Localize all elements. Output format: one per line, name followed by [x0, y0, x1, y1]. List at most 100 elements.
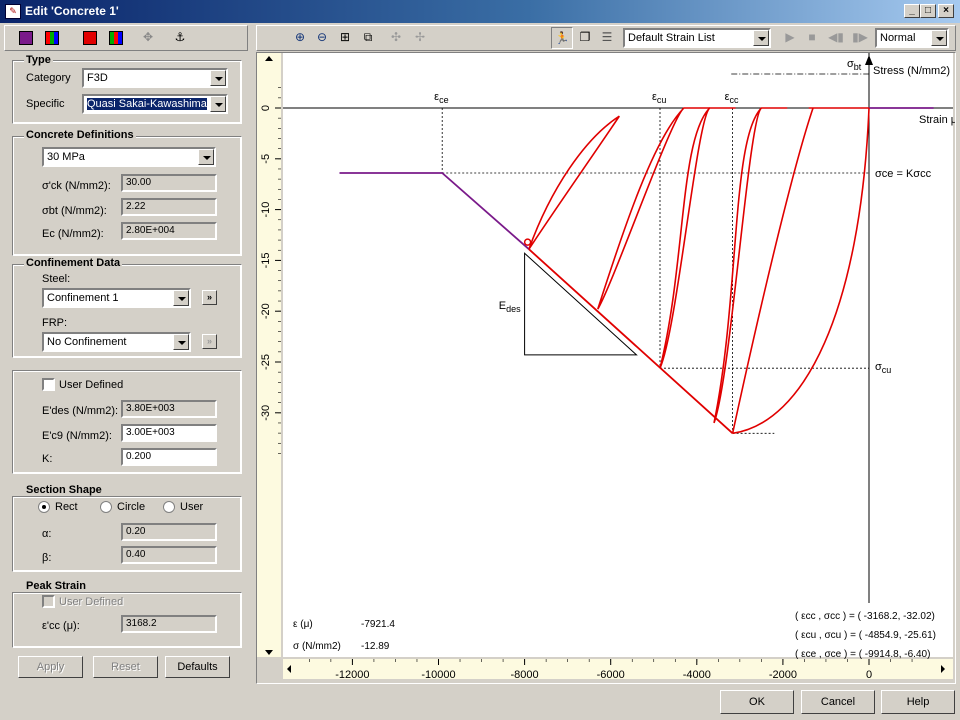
x-axis-label: Strain μ	[919, 114, 955, 126]
apply-button[interactable]: Apply	[18, 656, 83, 678]
edes-field: 3.80E+003	[121, 400, 217, 418]
key-point-text: ( εce , σce ) = ( -9914.8, -6.40)	[795, 649, 930, 660]
y-tick-label: 0	[260, 105, 272, 111]
ecc-field: 3168.2	[121, 615, 217, 633]
strain-list-select[interactable]: Default Strain List	[623, 28, 771, 48]
left-panel: Type Category F3D Specific Quasi Sakai-K…	[4, 52, 248, 682]
peak-user-defined-checkbox[interactable]	[42, 595, 55, 608]
specific-select[interactable]: Quasi Sakai-Kawashima	[82, 94, 228, 114]
strain-list-value: Default Strain List	[628, 32, 715, 44]
ec9-field[interactable]: 3.00E+003	[121, 424, 217, 442]
readout-eps-value: -7921.4	[361, 619, 395, 630]
ecc-label: ε'cc (μ):	[42, 620, 80, 632]
app-icon: ✎	[5, 4, 21, 19]
steel-label: Steel:	[42, 273, 71, 285]
step-forward-icon[interactable]: ▮▶	[849, 27, 871, 49]
mode-value: Normal	[880, 32, 916, 44]
frp-more-button[interactable]: »	[202, 334, 217, 349]
k-label: K:	[42, 453, 53, 465]
y-tick-label: -30	[260, 405, 272, 421]
rect-label: Rect	[55, 501, 78, 513]
chart-frame: 0 -5 -10 -15 -20 -25 -30 -12000 -10000 -8000 -6000…	[256, 52, 956, 684]
reset-button[interactable]: Reset	[93, 656, 158, 678]
x-tick-label: -12000	[335, 669, 369, 681]
steel-select[interactable]: Confinement 1	[42, 288, 191, 308]
pan-icon[interactable]: ✣	[385, 27, 407, 49]
zoom-fit-icon[interactable]: ⊞	[334, 27, 356, 49]
mode-select[interactable]: Normal	[875, 28, 949, 48]
zoom-in-icon[interactable]: ⊕	[289, 27, 311, 49]
color-grid-icon[interactable]	[41, 27, 63, 49]
peak-strain-title: Peak Strain	[24, 580, 88, 592]
readout-sigma-label: σ (N/mm2)	[293, 641, 341, 652]
concrete-grade-select[interactable]: 30 MPa	[42, 147, 216, 167]
zoom-window-icon[interactable]: ⧉	[357, 27, 379, 49]
stop-icon[interactable]: ■	[801, 27, 823, 49]
beta-label: β:	[42, 552, 52, 564]
y-tick-label: -10	[260, 202, 272, 218]
help-button[interactable]: Help	[881, 690, 955, 714]
chevron-down-icon[interactable]	[210, 96, 226, 112]
fbt-field: 2.22	[121, 198, 217, 216]
chevron-down-icon[interactable]	[198, 149, 214, 165]
fck-field: 30.00	[121, 174, 217, 192]
x-tick-label: -4000	[683, 669, 711, 681]
chevron-down-icon[interactable]	[931, 30, 947, 46]
list-icon[interactable]: ☰	[596, 27, 618, 49]
left-toolbar: ✥ ⚓	[4, 25, 248, 51]
type-group-title: Type	[24, 54, 53, 66]
key-point-text: ( εcc , σcc ) = ( -3168.2, -32.02)	[795, 611, 935, 622]
anchor-icon[interactable]: ⚓	[169, 27, 191, 49]
confinement-title: Confinement Data	[24, 257, 123, 269]
key-point-text: ( εcu , σcu ) = ( -4854.9, -25.61)	[795, 630, 936, 641]
k-field[interactable]: 0.200	[121, 448, 217, 466]
chevron-down-icon[interactable]	[753, 30, 769, 46]
chevron-down-icon[interactable]	[173, 334, 189, 350]
zoom-out-icon[interactable]: ⊖	[311, 27, 333, 49]
alpha-label: α:	[42, 528, 52, 540]
circle-label: Circle	[117, 501, 146, 513]
y-tick-label: -5	[260, 154, 272, 164]
circle-radio[interactable]	[100, 501, 112, 513]
minimize-button[interactable]: _	[904, 4, 920, 18]
step-back-icon[interactable]: ◀▮	[825, 27, 847, 49]
cancel-button[interactable]: Cancel	[801, 690, 875, 714]
maximize-button[interactable]: □	[920, 4, 936, 18]
red-square-icon[interactable]	[79, 27, 101, 49]
user-defined-checkbox[interactable]	[42, 378, 55, 391]
rect-radio[interactable]	[38, 501, 50, 513]
readout-sigma-value: -12.89	[361, 641, 390, 652]
beta-field: 0.40	[121, 546, 217, 564]
user-defined-label: User Defined	[59, 379, 124, 391]
alpha-field: 0.20	[121, 523, 217, 541]
section-shape-title: Section Shape	[24, 484, 104, 496]
category-value: F3D	[87, 72, 108, 84]
stress-strain-chart[interactable]: 0 -5 -10 -15 -20 -25 -30 -12000 -10000 -8000 -6000…	[257, 53, 955, 683]
steel-more-button[interactable]: »	[202, 290, 217, 305]
fbt-label: σbt (N/mm2):	[42, 205, 107, 217]
frp-select[interactable]: No Confinement	[42, 332, 191, 352]
user-radio[interactable]	[163, 501, 175, 513]
ok-button[interactable]: OK	[720, 690, 794, 714]
steel-value: Confinement 1	[47, 292, 119, 304]
chevron-down-icon[interactable]	[173, 290, 189, 306]
pan-alt-icon[interactable]: ✢	[409, 27, 431, 49]
purple-square-icon[interactable]	[15, 27, 37, 49]
runner-icon[interactable]: 🏃	[551, 27, 573, 49]
specific-label: Specific	[26, 98, 65, 110]
x-tick-label: 0	[866, 669, 872, 681]
play-icon[interactable]: ▶	[779, 27, 801, 49]
category-select[interactable]: F3D	[82, 68, 228, 88]
x-tick-label: -8000	[511, 669, 539, 681]
y-tick-label: -20	[260, 303, 272, 319]
title-bar: ✎ Edit 'Concrete 1' _ □ ×	[0, 0, 960, 23]
edes-label: E'des (N/mm2):	[42, 405, 119, 417]
move-cross-icon[interactable]: ✥	[137, 27, 159, 49]
color-grid-icon-2[interactable]	[105, 27, 127, 49]
chevron-down-icon[interactable]	[210, 70, 226, 86]
window-title: Edit 'Concrete 1'	[25, 4, 119, 18]
copy-icon[interactable]: ❐	[574, 27, 596, 49]
y-tick-label: -25	[260, 354, 272, 370]
close-button[interactable]: ×	[938, 4, 954, 18]
defaults-button[interactable]: Defaults	[165, 656, 230, 678]
